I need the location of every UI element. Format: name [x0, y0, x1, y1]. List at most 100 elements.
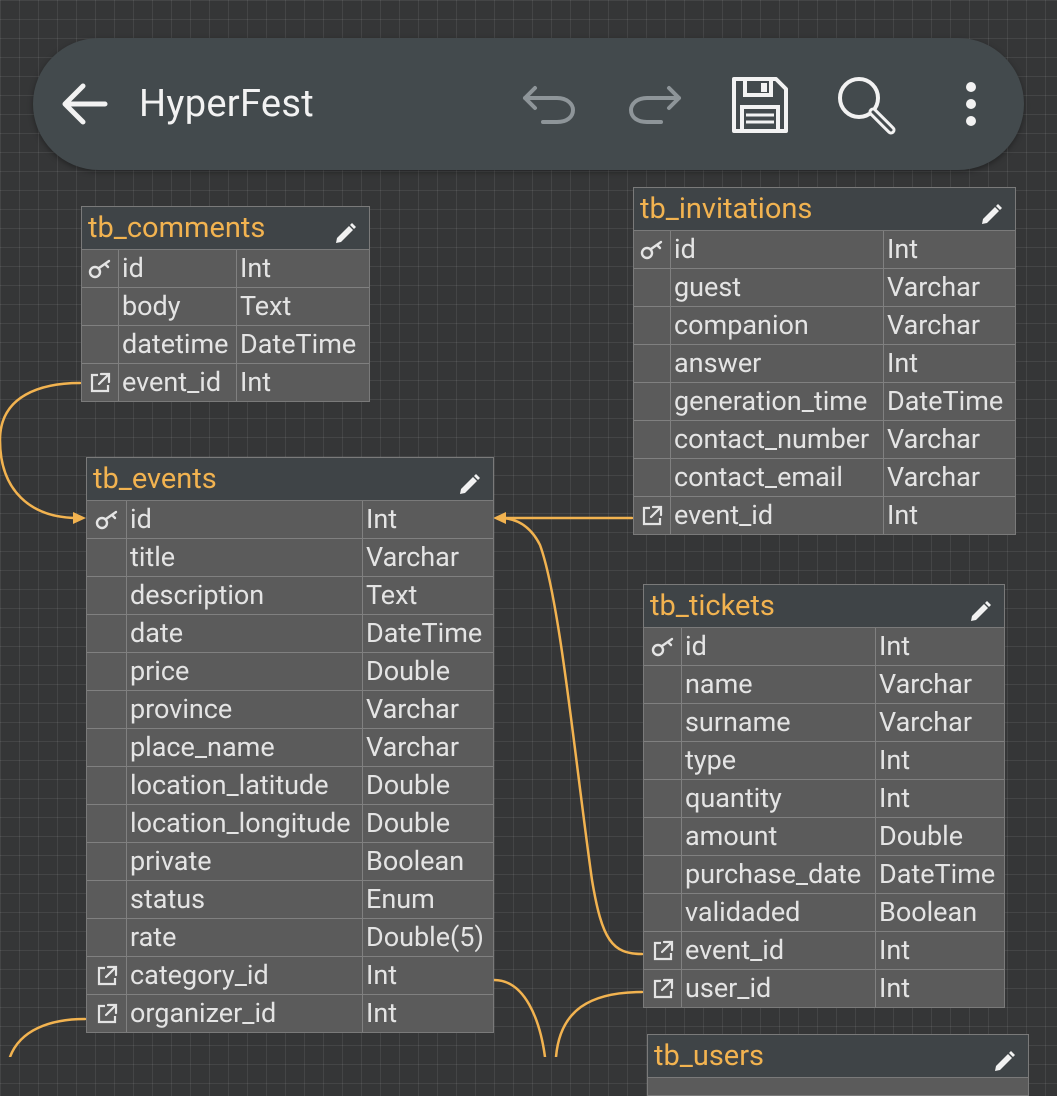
- row-icon-cell: [644, 856, 682, 893]
- table-row[interactable]: title Varchar: [87, 538, 493, 576]
- more-vert-icon[interactable]: [959, 82, 983, 126]
- table-row[interactable]: price Double: [87, 652, 493, 690]
- table-tb-tickets[interactable]: tb_tickets id Int name Varchar surname Varchar…: [643, 584, 1005, 1008]
- table-title: tb_users: [654, 1039, 764, 1073]
- edit-pencil-icon[interactable]: [992, 1044, 1016, 1086]
- back-arrow-icon[interactable]: [61, 82, 109, 126]
- table-row[interactable]: amount Double: [644, 817, 1004, 855]
- redo-icon[interactable]: [625, 82, 685, 126]
- table-tb-invitations[interactable]: tb_invitations id Int guest Varchar companion…: [633, 187, 1016, 535]
- column-type: Varchar: [366, 693, 460, 725]
- table-row[interactable]: location_latitude Double: [87, 766, 493, 804]
- row-icon-cell: [644, 666, 682, 703]
- table-row[interactable]: quantity Int: [644, 779, 1004, 817]
- table-row[interactable]: id Int: [82, 250, 369, 287]
- table-row[interactable]: datetime DateTime: [82, 325, 369, 363]
- table-header[interactable]: tb_events: [87, 458, 493, 501]
- table-header[interactable]: tb_comments: [82, 207, 369, 250]
- table-title: tb_events: [93, 462, 217, 496]
- table-row[interactable]: event_id Int: [82, 363, 369, 401]
- table-tb-events[interactable]: tb_events id Int title Varchar description Tex…: [86, 457, 494, 1033]
- row-icon-cell: [87, 843, 127, 880]
- column-name: description: [127, 577, 363, 614]
- column-name: purchase_date: [682, 856, 876, 893]
- table-row[interactable]: event_id Int: [644, 931, 1004, 969]
- column-type: DateTime: [879, 858, 996, 890]
- table-row[interactable]: type Int: [644, 741, 1004, 779]
- column-name: province: [127, 691, 363, 728]
- table-row[interactable]: description Text: [87, 576, 493, 614]
- search-icon[interactable]: [835, 74, 897, 136]
- link-comments-event: [0, 381, 82, 520]
- table-row[interactable]: date DateTime: [87, 614, 493, 652]
- save-icon[interactable]: [730, 75, 790, 135]
- table-row[interactable]: body Text: [82, 287, 369, 325]
- table-row[interactable]: rate Double(5): [87, 918, 493, 956]
- table-row[interactable]: organizer_id Int: [87, 994, 493, 1032]
- column-name: title: [127, 539, 363, 576]
- table-header[interactable]: tb_tickets: [644, 585, 1004, 628]
- row-icon-cell: [82, 288, 119, 325]
- column-name: quantity: [682, 780, 876, 817]
- top-toolbar: HyperFest: [33, 38, 1024, 170]
- table-row[interactable]: status Enum: [87, 880, 493, 918]
- foreign-key-icon: [634, 497, 671, 534]
- table-row[interactable]: id Int: [87, 501, 493, 538]
- table-row[interactable]: contact_number Varchar: [634, 420, 1015, 458]
- table-row[interactable]: generation_time DateTime: [634, 382, 1015, 420]
- key-icon: [644, 628, 682, 665]
- link-events-category: [492, 978, 547, 1057]
- link-tickets-user: [554, 990, 644, 1057]
- undo-icon[interactable]: [519, 82, 579, 126]
- row-icon-cell: [634, 459, 671, 496]
- table-row[interactable]: event_id Int: [634, 496, 1015, 534]
- table-header[interactable]: tb_invitations: [634, 188, 1015, 231]
- table-tb-comments[interactable]: tb_comments id Int body Text datetime DateTime…: [81, 206, 370, 402]
- edit-pencil-icon[interactable]: [979, 197, 1003, 239]
- table-row[interactable]: category_id Int: [87, 956, 493, 994]
- table-row[interactable]: validaded Boolean: [644, 893, 1004, 931]
- table-tb-users[interactable]: tb_users: [647, 1034, 1029, 1096]
- column-name: contact_number: [671, 421, 884, 458]
- table-row[interactable]: private Boolean: [87, 842, 493, 880]
- table-rows: id Int name Varchar surname Varchar type Int qua…: [644, 628, 1004, 1007]
- arrowhead-invitations-event: [493, 512, 506, 524]
- column-name: answer: [671, 345, 884, 382]
- row-icon-cell: [634, 383, 671, 420]
- table-row[interactable]: id Int: [644, 628, 1004, 665]
- column-type: Varchar: [887, 461, 981, 493]
- column-name: id: [119, 250, 237, 287]
- row-icon-cell: [87, 653, 127, 690]
- link-events-organizer: [8, 1017, 87, 1057]
- table-row[interactable]: guest Varchar: [634, 268, 1015, 306]
- table-row[interactable]: purchase_date DateTime: [644, 855, 1004, 893]
- table-row[interactable]: location_longitude Double: [87, 804, 493, 842]
- column-type: Varchar: [366, 731, 460, 763]
- column-type: Varchar: [879, 706, 973, 738]
- table-row[interactable]: name Varchar: [644, 665, 1004, 703]
- table-row[interactable]: province Varchar: [87, 690, 493, 728]
- table-row[interactable]: contact_email Varchar: [634, 458, 1015, 496]
- column-type: Enum: [366, 883, 435, 915]
- table-row[interactable]: answer Int: [634, 344, 1015, 382]
- table-row[interactable]: surname Varchar: [644, 703, 1004, 741]
- app-title: HyperFest: [139, 82, 314, 126]
- edit-pencil-icon[interactable]: [333, 216, 357, 258]
- table-rows: id Int title Varchar description Text date Date…: [87, 501, 493, 1032]
- table-row[interactable]: id Int: [634, 231, 1015, 268]
- column-name: contact_email: [671, 459, 884, 496]
- edit-pencil-icon[interactable]: [968, 594, 992, 636]
- column-name: id: [127, 501, 363, 538]
- row-icon-cell: [644, 894, 682, 931]
- edit-pencil-icon[interactable]: [457, 467, 481, 509]
- column-type: DateTime: [366, 617, 483, 649]
- table-row[interactable]: companion Varchar: [634, 306, 1015, 344]
- column-type: Int: [240, 366, 272, 398]
- foreign-key-icon: [82, 364, 119, 401]
- foreign-key-icon: [644, 932, 682, 969]
- table-row[interactable]: user_id Int: [644, 969, 1004, 1007]
- column-name: guest: [671, 269, 884, 306]
- column-type: DateTime: [240, 328, 357, 360]
- row-icon-cell: [644, 818, 682, 855]
- table-row[interactable]: place_name Varchar: [87, 728, 493, 766]
